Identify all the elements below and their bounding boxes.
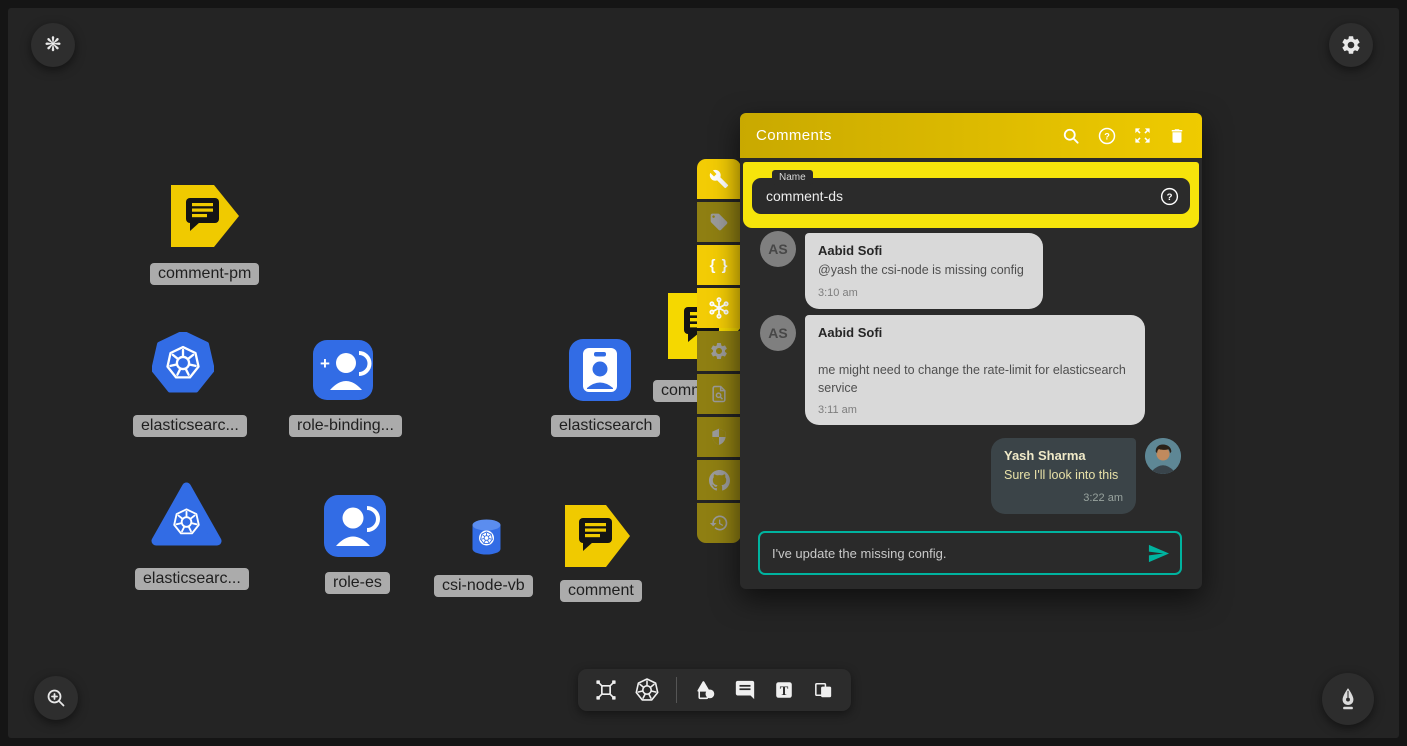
github-icon (709, 470, 730, 491)
comment-input[interactable] (760, 546, 1147, 561)
message-bubble-2: Aabid Sofi me might need to change the r… (805, 315, 1145, 425)
comment-icon[interactable] (734, 679, 756, 701)
svg-text:T: T (780, 684, 789, 698)
search-icon[interactable] (1061, 126, 1081, 146)
role-icon (324, 495, 386, 557)
node-name-section: Name ? (743, 162, 1199, 228)
message-author: Yash Sharma (1004, 448, 1123, 463)
inspect-document-button[interactable] (697, 374, 741, 414)
node-label-elasticsearch-1[interactable]: elasticsearc... (133, 415, 247, 437)
node-label-elasticsearch-2[interactable]: elasticsearch (551, 415, 660, 437)
svg-text:?: ? (1167, 192, 1173, 203)
node-label-elasticsearch-3[interactable]: elasticsearc... (135, 568, 249, 590)
settings-gear-icon (1340, 34, 1362, 56)
zoom-button[interactable] (34, 676, 78, 720)
comments-panel: Comments ? Name ? (740, 113, 1202, 589)
node-csi-node-vb[interactable] (470, 518, 503, 561)
history-button[interactable] (697, 503, 741, 543)
canvas-tools-toolbar: T (578, 669, 851, 711)
kubernetes-hub-icon (707, 296, 731, 320)
node-label-comment-pm[interactable]: comment-pm (150, 263, 259, 285)
configure-wrench-button[interactable] (697, 159, 741, 199)
avatar-aabid-2: AS (760, 315, 796, 351)
settings-button[interactable] (1329, 23, 1373, 67)
comments-panel-header[interactable]: Comments ? (740, 113, 1202, 158)
node-role-es[interactable] (324, 495, 386, 557)
send-icon (1147, 542, 1170, 565)
delete-icon[interactable] (1168, 127, 1186, 145)
storage-cylinder-icon (470, 518, 503, 556)
panel-title: Comments (756, 127, 1061, 144)
history-clock-icon (709, 513, 729, 533)
security-shield-button[interactable] (697, 417, 741, 457)
message-author: Aabid Sofi (818, 325, 1132, 340)
node-label-csi-node-vb[interactable]: csi-node-vb (434, 575, 533, 597)
name-input[interactable] (752, 188, 1159, 204)
role-binding-icon: + (313, 340, 373, 400)
wrench-icon (709, 169, 729, 189)
pen-nib-icon (1335, 686, 1361, 712)
toolbar-divider (676, 677, 677, 703)
zoom-in-icon (44, 686, 68, 710)
avatar-aabid-1: AS (760, 231, 796, 267)
node-comment[interactable] (565, 505, 630, 572)
node-elasticsearch-serviceaccount[interactable] (569, 339, 631, 401)
image-icon[interactable] (812, 679, 835, 702)
person-photo-icon (1145, 438, 1181, 474)
svg-text:+: + (320, 354, 330, 373)
text-icon[interactable]: T (773, 679, 795, 701)
tag-icon (709, 212, 729, 232)
message-text: me might need to change the rate-limit f… (818, 362, 1132, 397)
message-text: @yash the csi-node is missing config (818, 262, 1030, 280)
svg-text:?: ? (1104, 131, 1110, 141)
message-author: Aabid Sofi (818, 243, 1030, 258)
node-label-role-es[interactable]: role-es (325, 572, 390, 594)
json-braces-button[interactable]: { } (697, 245, 741, 285)
avatar-yash-photo (1145, 438, 1181, 474)
node-elasticsearch-heptagon[interactable] (152, 332, 214, 399)
node-role-binding[interactable]: + (313, 340, 373, 400)
settings-button-node[interactable] (697, 331, 741, 371)
kubernetes-actions-button[interactable] (697, 288, 741, 328)
tag-button[interactable] (697, 202, 741, 242)
component-graph-icon[interactable] (594, 678, 618, 702)
message-time: 3:11 am (818, 404, 1132, 416)
node-elasticsearch-triangle[interactable] (150, 480, 223, 555)
node-label-comment[interactable]: comment (560, 580, 642, 602)
name-field-label: Name (772, 170, 813, 185)
shield-icon (709, 427, 729, 447)
node-action-toolbar: { } (697, 159, 741, 543)
name-help-icon[interactable]: ? (1159, 186, 1180, 207)
message-time: 3:22 am (1004, 492, 1123, 504)
app-logo-button[interactable]: ❋ (31, 23, 75, 67)
kubernetes-icon[interactable] (635, 678, 659, 702)
pen-tool-button[interactable] (1322, 673, 1374, 725)
service-account-badge-icon (569, 339, 631, 401)
comment-composer[interactable] (758, 531, 1182, 575)
kanvas-logo-icon: ❋ (45, 35, 62, 55)
expand-icon[interactable] (1133, 126, 1152, 145)
message-text: Sure I'll look into this (1004, 467, 1123, 485)
braces-icon: { } (710, 257, 729, 274)
name-field[interactable]: Name ? (752, 178, 1190, 214)
node-comment-pm[interactable] (171, 185, 239, 252)
message-bubble-1: Aabid Sofi @yash the csi-node is missing… (805, 233, 1043, 309)
help-icon[interactable]: ? (1097, 126, 1117, 146)
app-window: ❋ comment-pm elasticsearc... (0, 0, 1407, 746)
node-label-role-binding[interactable]: role-binding... (289, 415, 402, 437)
message-bubble-3: Yash Sharma Sure I'll look into this 3:2… (991, 438, 1136, 514)
send-button[interactable] (1147, 542, 1170, 565)
document-search-icon (709, 384, 729, 404)
gear-icon (709, 341, 729, 361)
github-button[interactable] (697, 460, 741, 500)
message-time: 3:10 am (818, 287, 1030, 299)
shapes-icon[interactable] (694, 679, 717, 702)
